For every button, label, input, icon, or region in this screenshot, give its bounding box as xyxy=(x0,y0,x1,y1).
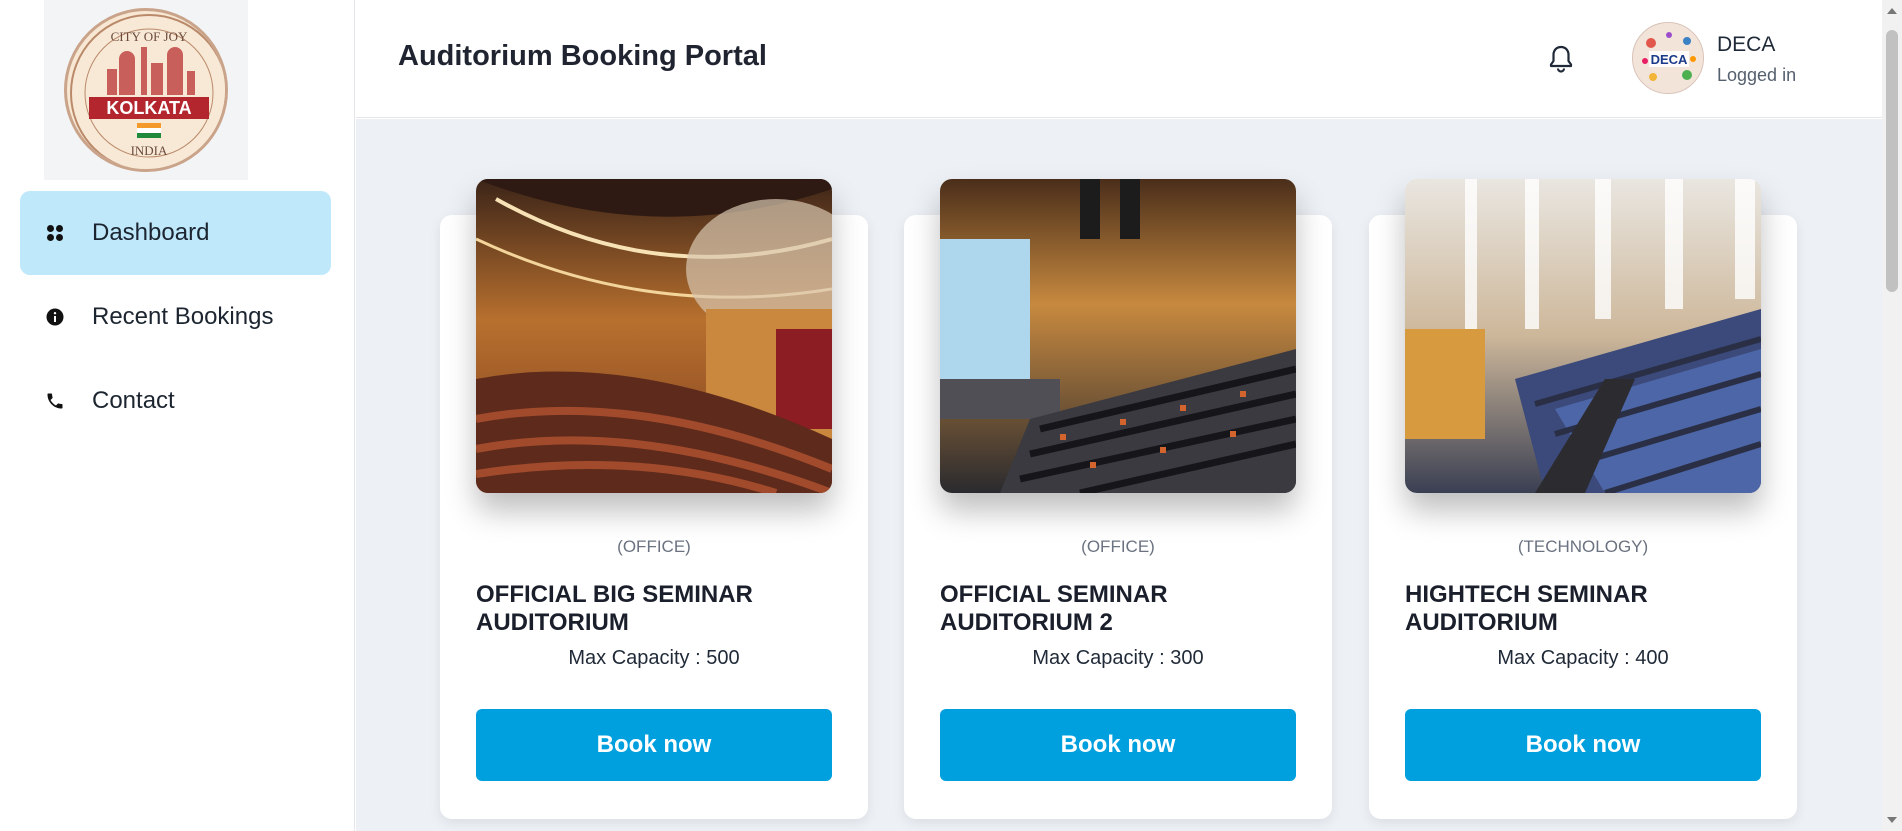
svg-text:INDIA: INDIA xyxy=(131,143,168,158)
card-title: HIGHTECH SEMINAR AUDITORIUM xyxy=(1405,581,1648,636)
card-category: (OFFICE) xyxy=(617,537,691,556)
svg-text:KOLKATA: KOLKATA xyxy=(106,98,191,118)
main-content: (OFFICE) OFFICIAL BIG SEMINAR AUDITORIUM… xyxy=(356,119,1882,831)
info-icon xyxy=(45,307,65,327)
card-category: (TECHNOLOGY) xyxy=(1517,537,1649,556)
scroll-up-arrow-icon[interactable] xyxy=(1887,8,1897,14)
auditorium-image xyxy=(1405,179,1761,493)
user-name: DECA xyxy=(1717,33,1776,56)
sidebar-item-dashboard[interactable]: Dashboard xyxy=(20,191,331,275)
card-title: OFFICIAL SEMINAR AUDITORIUM 2 xyxy=(940,581,1168,636)
sidebar-item-contact[interactable]: Contact xyxy=(20,359,331,443)
book-now-button[interactable]: Book now xyxy=(940,709,1296,781)
card-capacity: Max Capacity : 500 xyxy=(568,647,740,669)
sidebar-nav: Dashboard Recent Bookings Contact xyxy=(20,191,331,443)
kolkata-logo-image: CITY OF JOY KOLKATA INDIA xyxy=(64,8,228,172)
scrollbar-thumb[interactable] xyxy=(1886,30,1898,292)
phone-icon xyxy=(45,391,65,411)
card-title: OFFICIAL BIG SEMINAR AUDITORIUM xyxy=(476,581,753,636)
sidebar-item-label: Recent Bookings xyxy=(92,303,274,330)
sidebar: CITY OF JOY KOLKATA INDIA Dashboard Rece… xyxy=(0,0,355,831)
book-now-button[interactable]: Book now xyxy=(1405,709,1761,781)
grid-icon xyxy=(45,223,65,243)
svg-text:CITY OF JOY: CITY OF JOY xyxy=(111,29,188,44)
auditorium-card: (OFFICE) OFFICIAL SEMINAR AUDITORIUM 2 M… xyxy=(904,179,1332,819)
header: Auditorium Booking Portal DECA DECA Logg… xyxy=(356,0,1882,118)
page-title: Auditorium Booking Portal xyxy=(398,40,767,72)
sidebar-item-label: Contact xyxy=(92,387,175,414)
card-capacity: Max Capacity : 400 xyxy=(1497,647,1669,669)
auditorium-image xyxy=(940,179,1296,493)
scroll-down-arrow-icon[interactable] xyxy=(1887,817,1897,823)
card-category: (OFFICE) xyxy=(1081,537,1155,556)
logo: CITY OF JOY KOLKATA INDIA xyxy=(44,0,248,180)
auditorium-card: (OFFICE) OFFICIAL BIG SEMINAR AUDITORIUM… xyxy=(440,179,868,819)
auditorium-image xyxy=(476,179,832,493)
auditorium-card: (TECHNOLOGY) HIGHTECH SEMINAR AUDITORIUM… xyxy=(1369,179,1797,819)
user-status: Logged in xyxy=(1717,65,1797,85)
book-now-button[interactable]: Book now xyxy=(476,709,832,781)
sidebar-item-label: Dashboard xyxy=(92,219,210,246)
sidebar-item-recent-bookings[interactable]: Recent Bookings xyxy=(20,275,331,359)
bell-icon[interactable] xyxy=(1548,44,1574,74)
svg-text:DECA: DECA xyxy=(1651,52,1688,67)
card-capacity: Max Capacity : 300 xyxy=(1032,647,1204,669)
vertical-scrollbar[interactable] xyxy=(1882,0,1902,831)
avatar[interactable]: DECA xyxy=(1632,22,1704,94)
